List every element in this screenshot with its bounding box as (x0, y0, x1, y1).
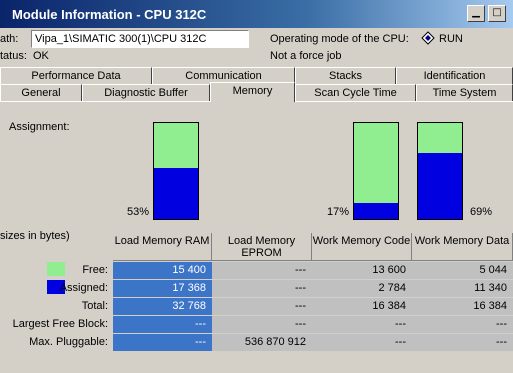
row-label-total: Total: (81, 300, 108, 312)
bar-assigned-fill (354, 202, 398, 219)
path-field[interactable]: Vipa_1\SIMATIC 300(1)\CPU 312C (31, 30, 249, 48)
table-cell[interactable]: 2 784 (312, 280, 412, 297)
free-swatch (47, 262, 65, 276)
table-cell[interactable]: --- (312, 334, 412, 351)
path-label: ath: (0, 33, 19, 45)
column-header[interactable]: Load Memory EPROM (212, 233, 312, 261)
table-cell[interactable]: --- (312, 316, 412, 333)
table-cell[interactable]: --- (113, 316, 212, 333)
bar-work-memory-code (353, 122, 399, 220)
column-header[interactable]: Work Memory Data (412, 233, 513, 261)
bar-percent: 69% (470, 206, 493, 218)
table-cell[interactable]: --- (212, 316, 312, 333)
maximize-icon: □ (492, 7, 502, 18)
table-cell[interactable]: --- (212, 298, 312, 315)
bar-load-memory (153, 122, 199, 220)
bar-percent: 53% (127, 206, 150, 218)
table-cell[interactable]: 32 768 (113, 298, 212, 315)
minimize-button[interactable]: ▁ (467, 5, 485, 22)
table-cell[interactable]: 15 400 (113, 262, 212, 279)
table-cell[interactable]: 13 600 (312, 262, 412, 279)
operating-mode-value: RUN (439, 33, 463, 45)
table-cell[interactable]: --- (412, 334, 513, 351)
maximize-button[interactable]: □ (488, 5, 506, 22)
minimize-icon: ▁ (472, 7, 480, 18)
row-label-assigned: Assigned: (59, 282, 108, 294)
tab-diagnostic-buffer[interactable]: Diagnostic Buffer (82, 84, 210, 102)
run-state-icon (421, 31, 435, 45)
table-cell[interactable]: --- (412, 316, 513, 333)
table-cell[interactable]: --- (113, 334, 212, 351)
tab-memory[interactable]: Memory (210, 82, 295, 102)
column-header[interactable]: Load Memory RAM (113, 233, 212, 261)
column-header[interactable]: Work Memory Code (312, 233, 412, 261)
table-cell[interactable]: 536 870 912 (212, 334, 312, 351)
tab-general[interactable]: General (0, 84, 82, 102)
table-cell[interactable]: 5 044 (412, 262, 513, 279)
table-cell[interactable]: 17 368 (113, 280, 212, 297)
tab-stacks[interactable]: Stacks (295, 67, 396, 85)
tab-scan-cycle-time[interactable]: Scan Cycle Time (295, 84, 416, 102)
row-label-max-pluggable: Max. Pluggable: (29, 336, 108, 348)
table-cell[interactable]: --- (212, 262, 312, 279)
tab-identification[interactable]: Identification (396, 67, 513, 85)
row-label-largest-free-block: Largest Free Block: (12, 318, 108, 330)
tab-performance-data[interactable]: Performance Data (0, 67, 152, 85)
table-cell[interactable]: 16 384 (312, 298, 412, 315)
assignment-label: Assignment: (9, 121, 70, 133)
bar-work-memory-data (417, 122, 463, 220)
title-bar[interactable]: Module Information - CPU 312C ▁ □ (0, 0, 513, 28)
operating-mode-label: Operating mode of the CPU: (270, 33, 409, 45)
bar-percent: 17% (327, 206, 350, 218)
table-cell[interactable]: 11 340 (412, 280, 513, 297)
bar-assigned-fill (154, 168, 198, 219)
sizes-label: sizes in bytes) (0, 230, 70, 242)
bar-assigned-fill (418, 152, 462, 219)
force-job-text: Not a force job (270, 50, 342, 62)
window-title: Module Information - CPU 312C (12, 7, 207, 22)
tab-time-system[interactable]: Time System (416, 84, 513, 102)
table-cell[interactable]: 16 384 (412, 298, 513, 315)
status-label: tatus: (0, 50, 27, 62)
row-label-free: Free: (82, 264, 108, 276)
table-cell[interactable]: --- (212, 280, 312, 297)
status-value: OK (33, 50, 49, 62)
